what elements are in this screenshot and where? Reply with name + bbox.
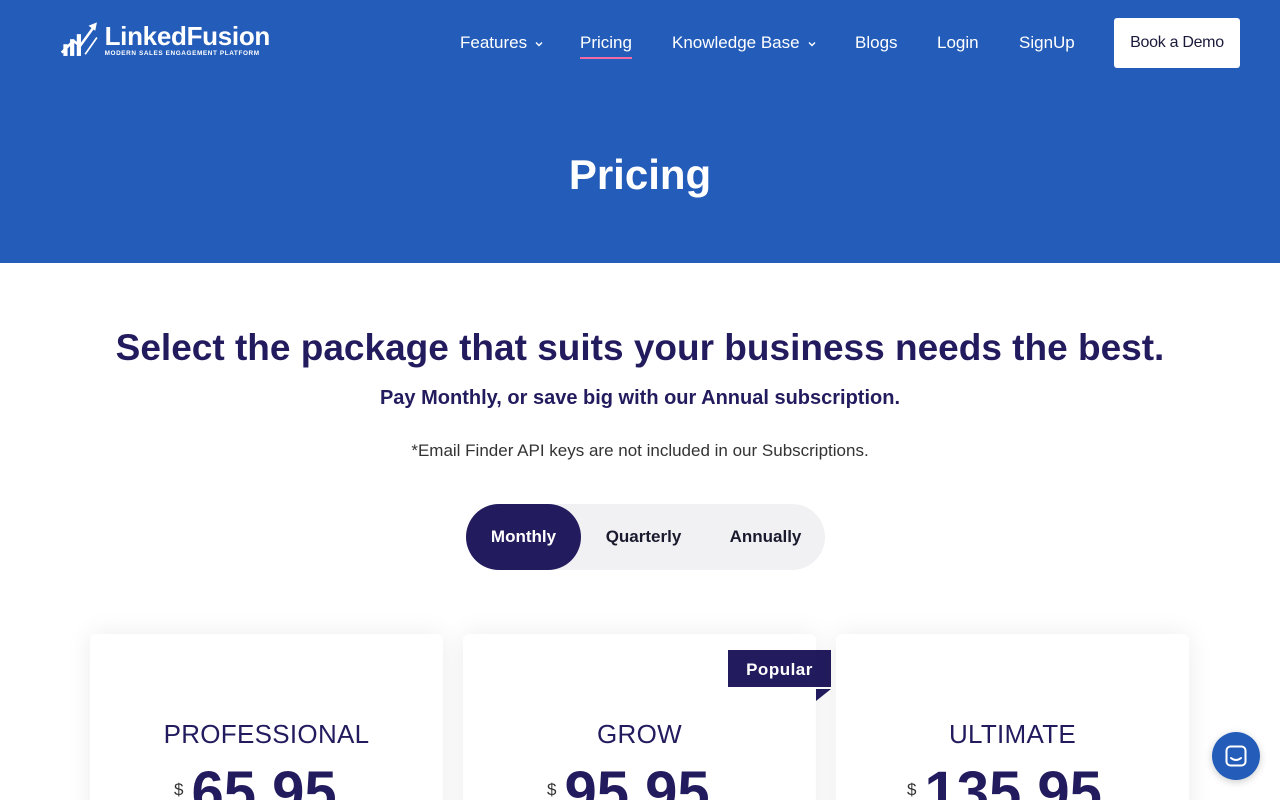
page-title: Pricing (568, 151, 712, 198)
nav-item-signup[interactable]: SignUp (1019, 31, 1075, 55)
pricing-subline: Pay Monthly, or save big with our Annual… (379, 387, 901, 409)
currency-symbol: $ (907, 780, 917, 799)
hero-banner: LinkedFusion MODERN SALES ENGAGEMENT PLA… (0, 0, 1280, 263)
nav-item-features[interactable]: Features (460, 31, 545, 55)
chevron-down-icon (808, 41, 816, 47)
pricing-headline: Select the package that suits your busin… (115, 327, 1165, 368)
billing-period-toggle: Monthly Quarterly Annually (466, 504, 825, 570)
nav-item-label: SignUp (1019, 33, 1075, 52)
plan-price: $95.95 (547, 758, 710, 800)
logo-name: LinkedFusion (104, 21, 271, 51)
nav-item-label: Blogs (855, 33, 898, 52)
toggle-annually[interactable]: Annually (706, 504, 825, 570)
nav-item-label: Login (937, 33, 979, 52)
chat-bubble-icon (1225, 745, 1247, 767)
nav-item-label: Knowledge Base (672, 33, 800, 52)
currency-symbol: $ (174, 780, 184, 799)
logo-tagline: MODERN SALES ENGAGEMENT PLATFORM (104, 50, 260, 57)
active-nav-underline (580, 57, 632, 59)
popular-badge: Popular (728, 650, 831, 689)
price-amount: 135.95 (924, 760, 1102, 800)
nav-item-blogs[interactable]: Blogs (855, 31, 898, 55)
logo[interactable]: LinkedFusion MODERN SALES ENGAGEMENT PLA… (60, 17, 270, 63)
nav-item-pricing[interactable]: Pricing (580, 31, 632, 59)
plan-card-professional: PROFESSIONAL $65.95 (90, 634, 443, 800)
nav-item-login[interactable]: Login (937, 31, 979, 55)
chevron-down-icon (535, 41, 543, 47)
nav-item-knowledge-base[interactable]: Knowledge Base (672, 31, 818, 55)
plan-price: $135.95 (907, 758, 1102, 800)
popular-badge-fold (816, 689, 831, 701)
nav-item-label: Features (460, 33, 528, 52)
plan-card-grow: Popular GROW $95.95 (463, 634, 831, 800)
currency-symbol: $ (547, 780, 557, 799)
plan-name: ULTIMATE (948, 719, 1077, 749)
logo-chart-arrow-icon (60, 22, 98, 56)
plan-card-ultimate: ULTIMATE $135.95 (836, 634, 1189, 800)
chat-widget-button[interactable] (1212, 732, 1260, 780)
price-amount: 95.95 (564, 760, 710, 800)
plan-name: PROFESSIONAL (163, 719, 370, 749)
nav-item-label: Pricing (580, 33, 632, 52)
book-demo-button[interactable]: Book a Demo (1114, 18, 1240, 68)
plan-name: GROW (597, 719, 682, 749)
plan-price: $65.95 (174, 758, 337, 800)
toggle-quarterly[interactable]: Quarterly (586, 504, 701, 570)
toggle-monthly[interactable]: Monthly (466, 504, 581, 570)
api-keys-note: *Email Finder API keys are not included … (411, 441, 869, 460)
price-amount: 65.95 (191, 760, 337, 800)
